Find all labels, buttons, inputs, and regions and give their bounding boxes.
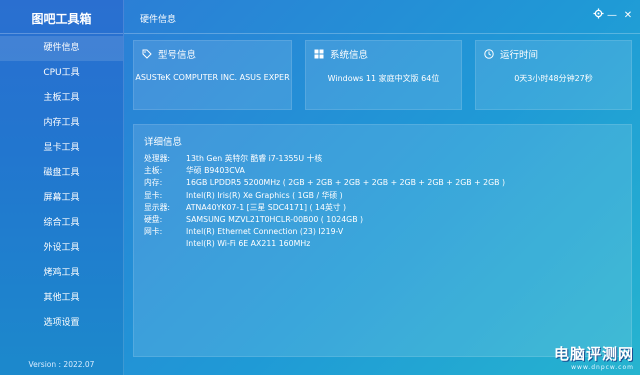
watermark-url: www.dnpcw.com (571, 364, 634, 371)
main-panel: 硬件信息 — ✕ 型号信息 ASUSTeK COMPUTER INC. ASUS… (124, 0, 640, 375)
detail-value: Intel(R) Wi-Fi 6E AX211 160MHz (186, 239, 311, 249)
detail-key: 处理器: (144, 154, 171, 163)
detail-key: 显卡: (144, 190, 163, 200)
model-info-label: 型号信息 (158, 50, 197, 61)
detail-row-motherboard: 主板: 华硕 B9403CVA (144, 165, 505, 177)
detail-row-network-2: Intel(R) Wi-Fi 6E AX211 160MHz (144, 238, 505, 250)
clock-icon (484, 49, 494, 59)
uptime-value: 0天3小时48分钟27秒 (514, 74, 593, 83)
sidebar-item-memory-tools[interactable]: 内存工具 (0, 111, 123, 136)
system-info-value: Windows 11 家庭中文版 64位 (327, 74, 440, 83)
detail-row-memory: 内存: 16GB LPDDR5 5200MHz ( 2GB + 2GB + 2GB… (144, 177, 505, 189)
details-list: 处理器: 13th Gen 英特尔 酷睿 i7-1355U 十核 主板: 华硕 B9… (144, 153, 505, 251)
app-title: 图吧工具箱 (31, 12, 92, 26)
detail-key: 硬盘: (144, 214, 163, 224)
details-title: 详细信息 (144, 137, 183, 148)
detail-key: 网卡: (144, 227, 163, 237)
windows-logo-icon (314, 49, 324, 59)
system-info-label: 系统信息 (330, 50, 369, 61)
detail-value: Intel(R) Iris(R) Xe Graphics ( 1GB / 华硕 … (186, 190, 343, 200)
sidebar-nav: 硬件信息 CPU工具 主板工具 内存工具 显卡工具 磁盘工具 屏幕工具 综合工具… (0, 36, 123, 336)
sidebar-item-motherboard-tools[interactable]: 主板工具 (0, 86, 123, 111)
details-panel: 详细信息 处理器: 13th Gen 英特尔 酷睿 i7-1355U 十核 主板:… (133, 124, 632, 357)
window-title: 硬件信息 (140, 15, 177, 25)
model-info-value: ASUSTeK COMPUTER INC. ASUS EXPER (135, 73, 290, 82)
sidebar-item-cpu-tools[interactable]: CPU工具 (0, 61, 123, 86)
title-bar: 硬件信息 — ✕ (124, 0, 640, 34)
detail-value: SAMSUNG MZVL21T0HCLR-00B00 ( 1024GB ) (186, 214, 364, 224)
close-button[interactable]: ✕ (620, 8, 636, 24)
detail-row-disk: 硬盘: SAMSUNG MZVL21T0HCLR-00B00 ( 1024GB ) (144, 214, 505, 226)
detail-row-cpu: 处理器: 13th Gen 英特尔 酷睿 i7-1355U 十核 (144, 153, 505, 165)
sidebar-item-stress-tools[interactable]: 烤鸡工具 (0, 261, 123, 286)
sidebar-item-hardware-info[interactable]: 硬件信息 (0, 36, 123, 61)
detail-row-gpu: 显卡: Intel(R) Iris(R) Xe Graphics ( 1GB / … (144, 190, 505, 202)
sidebar-item-general-tools[interactable]: 综合工具 (0, 211, 123, 236)
sidebar: 图吧工具箱 硬件信息 CPU工具 主板工具 内存工具 显卡工具 磁盘工具 屏幕工… (0, 0, 124, 375)
detail-key (144, 238, 186, 250)
detail-key: 主板: (144, 166, 163, 176)
uptime-card: 运行时间 0天3小时48分钟27秒 (475, 40, 632, 110)
detail-value: 16GB LPDDR5 5200MHz ( 2GB + 2GB + 2GB + … (186, 178, 505, 188)
uptime-label: 运行时间 (500, 50, 539, 61)
sidebar-item-other-tools[interactable]: 其他工具 (0, 286, 123, 311)
detail-row-network: 网卡: Intel(R) Ethernet Connection (23) I21… (144, 226, 505, 238)
version-label: Version : 2022.07 (28, 360, 95, 369)
sidebar-item-settings[interactable]: 选项设置 (0, 311, 123, 336)
minimize-button[interactable]: — (604, 8, 620, 24)
sidebar-item-gpu-tools[interactable]: 显卡工具 (0, 136, 123, 161)
detail-value: Intel(R) Ethernet Connection (23) I219-V (186, 227, 344, 237)
sidebar-item-disk-tools[interactable]: 磁盘工具 (0, 161, 123, 186)
detail-value: 华硕 B9403CVA (186, 166, 245, 176)
detail-row-display: 显示器: ATNA40YK07-1 [三星 SDC4171] ( 14英寸 ) (144, 202, 505, 214)
sidebar-divider (0, 33, 123, 34)
tag-icon (142, 49, 152, 59)
sidebar-item-peripheral-tools[interactable]: 外设工具 (0, 236, 123, 261)
watermark: 电脑评测网 www.dnpcw.com (554, 343, 634, 371)
detail-key: 显示器: (144, 202, 171, 212)
detail-value: 13th Gen 英特尔 酷睿 i7-1355U 十核 (186, 154, 323, 163)
sidebar-item-screen-tools[interactable]: 屏幕工具 (0, 186, 123, 211)
watermark-title: 电脑评测网 (553, 345, 634, 363)
detail-key: 内存: (144, 178, 163, 188)
model-info-card: 型号信息 ASUSTeK COMPUTER INC. ASUS EXPER (133, 40, 292, 110)
system-info-card: 系统信息 Windows 11 家庭中文版 64位 (305, 40, 462, 110)
detail-value: ATNA40YK07-1 [三星 SDC4171] ( 14英寸 ) (186, 202, 347, 212)
